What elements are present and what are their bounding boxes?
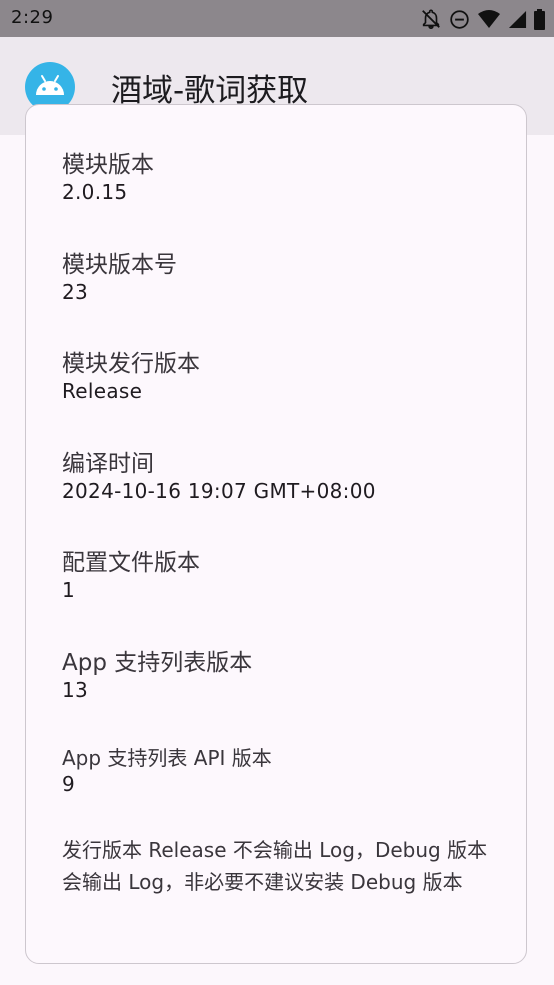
notifications-off-icon	[422, 9, 440, 29]
do-not-disturb-icon	[450, 9, 469, 29]
status-bar: 2:29	[0, 0, 554, 37]
status-icons	[420, 7, 545, 31]
module-version-value: 2.0.15	[62, 180, 128, 204]
signal-icon	[508, 10, 527, 28]
module-release-type-value: Release	[62, 379, 143, 403]
module-version-code-label: 模块版本号	[62, 252, 177, 278]
app-support-list-api-version-value: 9	[62, 772, 76, 796]
wifi-icon	[478, 10, 500, 28]
module-version-label: 模块版本	[62, 152, 154, 178]
app-support-list-version-value: 13	[62, 678, 89, 702]
module-release-type-label: 模块发行版本	[62, 351, 200, 377]
build-time-label: 编译时间	[62, 451, 154, 477]
battery-icon	[534, 8, 545, 30]
config-version-label: 配置文件版本	[62, 550, 200, 576]
app-support-list-version-label: App 支持列表版本	[62, 650, 253, 676]
module-version-code-value: 23	[62, 280, 89, 304]
app-support-list-api-version-label: App 支持列表 API 版本	[62, 746, 272, 770]
config-version-value: 1	[62, 578, 76, 602]
release-note-text: 发行版本 Release 不会输出 Log，Debug 版本会输出 Log，非必…	[62, 838, 488, 894]
build-time-value: 2024-10-16 19:07 GMT+08:00	[62, 479, 376, 503]
status-time: 2:29	[11, 7, 54, 28]
